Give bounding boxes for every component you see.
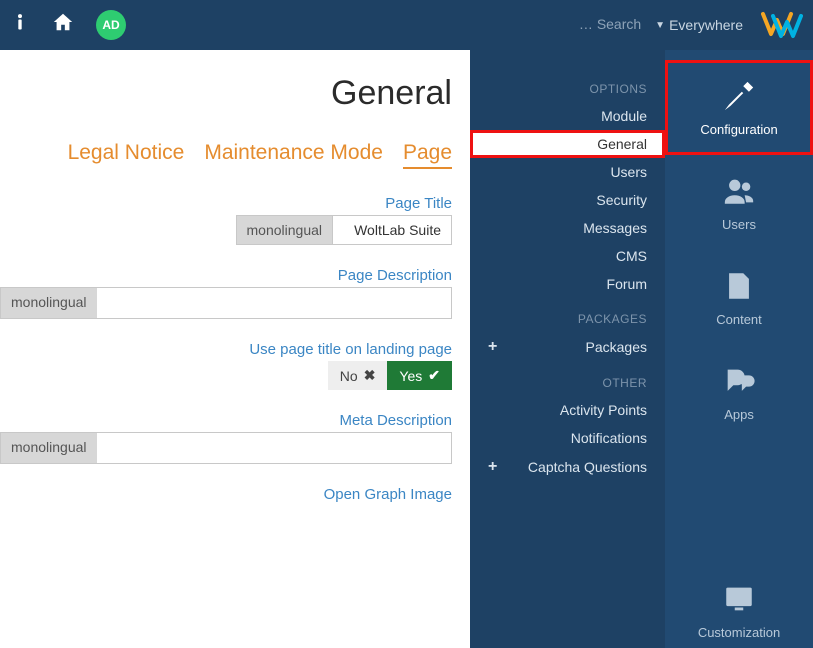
rail-item-label: Users [722,217,756,232]
subnav-item[interactable]: Users [470,158,665,186]
apps-icon [721,363,757,399]
app-logo [761,10,803,40]
field-label: Page Title [0,195,452,212]
subnav-item-label: Captcha Questions [528,459,647,475]
lang-pill[interactable]: monolingual [0,287,97,319]
field-page-title: Page Title WoltLab Suite monolingual [0,195,452,245]
search-scope-label: Everywhere [669,17,743,33]
subnav-item-label: Notifications [571,430,647,446]
subnav-section-head: OPTIONS [470,68,665,102]
lang-pill[interactable]: monolingual [0,432,97,464]
search-container [126,16,641,34]
subnav-item-label: General [597,136,647,152]
home-icon[interactable] [52,11,74,39]
main-content: General Page Maintenance Mode Legal Notice… [0,50,470,648]
content-icon [721,268,757,304]
field-meta-description: Meta Description monolingual [0,412,452,464]
subnav-item[interactable]: CMS [470,242,665,270]
subnav-section-head: PACKAGES [470,298,665,332]
subnav-item[interactable]: Notifications [470,424,665,452]
chevron-down-icon: ▼ [655,20,665,31]
no-button[interactable]: ✖No [328,361,388,390]
subnav-item-label: CMS [616,248,647,264]
page-description-input[interactable] [97,287,453,319]
tab-strip: Page Maintenance Mode Legal Notice [0,141,452,169]
subnav-item[interactable]: Messages [470,214,665,242]
secondary-nav: OPTIONS Module General Users Security Message… [470,50,665,648]
topbar: Everywhere ▼ AD [0,0,813,50]
page-title-input[interactable]: WoltLab Suite [332,215,452,245]
subnav-item[interactable]: Packages + [470,332,665,362]
subnav-item-label: Packages [586,339,647,355]
subnav-item[interactable]: Security [470,186,665,214]
subnav-item-label: Messages [583,220,647,236]
rail-item-configuration[interactable]: Configuration [665,60,813,155]
subnav-item[interactable]: Forum [470,270,665,298]
subnav-item[interactable]: Activity Points [470,396,665,424]
plus-icon[interactable]: + [488,338,497,356]
rail-item-label: Apps [724,407,754,422]
yes-button[interactable]: ✔Yes [387,361,452,390]
field-label: Open Graph Image [0,486,452,503]
subnav-item-label: Security [596,192,647,208]
subnav-item-label: Forum [607,276,647,292]
avatar[interactable]: AD [96,10,126,40]
rail-item-content[interactable]: Content [665,250,813,345]
customization-icon [721,581,757,617]
field-og-image: Open Graph Image [0,486,452,503]
subnav-item-label: Users [610,164,647,180]
subnav-item[interactable]: Captcha Questions + [470,452,665,482]
subnav-item[interactable]: Module [470,102,665,130]
check-icon: ✔ [428,367,440,384]
field-page-description: Page Description monolingual [0,267,452,319]
subnav-item-label: Module [601,108,647,124]
x-icon: ✖ [364,367,376,384]
meta-description-input[interactable] [97,432,453,464]
field-label: Use page title on landing page [0,341,452,358]
configuration-icon [721,78,757,114]
page-title: General [0,74,452,113]
primary-nav-rail: Configuration Users Content Apps Customizati… [665,50,813,648]
rail-item-label: Content [716,312,762,327]
lang-pill[interactable]: monolingual [236,215,333,245]
rail-item-label: Configuration [700,122,777,137]
rail-item-users[interactable]: Users [665,155,813,250]
rail-item-customization[interactable]: Customization [665,563,813,648]
field-landing-title: Use page title on landing page ✔Yes ✖No [0,341,452,390]
users-icon [721,173,757,209]
tab[interactable]: Page [403,141,452,169]
field-label: Page Description [0,267,452,284]
field-label: Meta Description [0,412,452,429]
rail-item-apps[interactable]: Apps [665,345,813,440]
tab[interactable]: Legal Notice [68,141,185,169]
search-input[interactable] [471,16,641,32]
subnav-item-label: Activity Points [560,402,647,418]
rail-item-label: Customization [698,625,780,640]
search-scope-dropdown[interactable]: Everywhere ▼ [655,17,743,33]
subnav-section-head: OTHER [470,362,665,396]
info-icon[interactable] [10,11,30,39]
plus-icon[interactable]: + [488,458,497,476]
subnav-item[interactable]: General [470,130,665,158]
tab[interactable]: Maintenance Mode [204,141,383,169]
